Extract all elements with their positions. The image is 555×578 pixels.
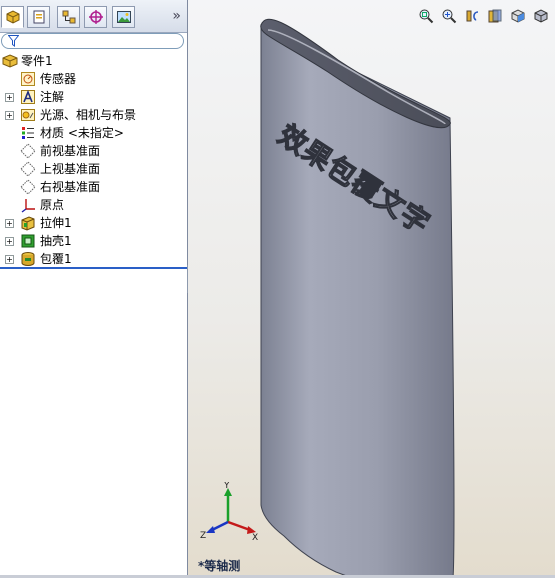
material-icon <box>20 125 36 141</box>
tree-item-extrude1[interactable]: + 拉伸1 <box>0 214 187 232</box>
tree-item-label: 包覆1 <box>40 252 72 266</box>
propertymanager-tab-icon <box>33 10 44 24</box>
triad-x-label: X <box>252 533 258 542</box>
plane-icon <box>20 161 36 177</box>
lights-icon <box>20 107 36 123</box>
expand-toggle[interactable]: + <box>5 255 14 264</box>
configurationmanager-tab[interactable] <box>57 6 80 28</box>
configurationmanager-tab-icon <box>62 10 75 24</box>
tree-item-label: 材质 <未指定> <box>40 126 124 140</box>
filter-icon <box>8 35 19 47</box>
display-manager-tab[interactable] <box>112 6 135 28</box>
dimxpert-tab-icon <box>88 10 103 24</box>
tree-item-label: 传感器 <box>40 72 77 86</box>
tree-root-part[interactable]: 零件1 <box>0 52 187 70</box>
tree-filter-input[interactable] <box>1 33 184 49</box>
tree-item-label: 抽壳1 <box>40 234 72 248</box>
sensor-icon <box>20 71 36 87</box>
tree-item-wrap1[interactable]: + 包覆1 <box>0 250 187 268</box>
origin-icon <box>20 197 36 213</box>
tree-item-label: 原点 <box>40 198 65 212</box>
tree-item-origin[interactable]: 原点 <box>0 196 187 214</box>
tree-root-label: 零件1 <box>21 54 53 68</box>
feature-tree: 零件1 传感器 + 注解 + 光源、相机与布景 材质 <未指定> 前视基准面 上… <box>0 52 187 268</box>
featuremanager-tab-icon <box>6 10 19 24</box>
tree-item-sensors[interactable]: 传感器 <box>0 70 187 88</box>
tree-item-front-plane[interactable]: 前视基准面 <box>0 142 187 160</box>
dimxpert-tab[interactable] <box>84 6 107 28</box>
reference-triad: Y X Z <box>200 482 258 542</box>
graphics-area[interactable]: 效果包覆文字 Y X Z *等轴测 <box>188 0 555 578</box>
shell-icon <box>20 233 36 249</box>
panel-tab-bar: » <box>0 0 187 33</box>
extrude-icon <box>20 215 36 231</box>
tree-item-label: 注解 <box>40 90 65 104</box>
wrap-icon <box>20 251 36 267</box>
tree-item-annotations[interactable]: + 注解 <box>0 88 187 106</box>
expand-toggle[interactable]: + <box>5 111 14 120</box>
part-icon <box>2 53 18 69</box>
view-orientation-label: *等轴测 <box>198 559 241 573</box>
annotation-icon <box>20 89 36 105</box>
panel-expand-button[interactable]: » <box>172 8 181 24</box>
rollback-bar[interactable] <box>0 267 187 269</box>
tree-item-top-plane[interactable]: 上视基准面 <box>0 160 187 178</box>
triad-z-label: Z <box>200 531 206 541</box>
featuremanager-tab[interactable] <box>1 6 24 28</box>
tree-item-label: 拉伸1 <box>40 216 72 230</box>
tree-item-material[interactable]: 材质 <未指定> <box>0 124 187 142</box>
feature-manager-panel: » 零件1 传感器 + 注解 + 光源、相机与布景 材质 <未指定> 前视基准面… <box>0 0 188 578</box>
plane-icon <box>20 179 36 195</box>
tree-item-label: 光源、相机与布景 <box>40 108 137 122</box>
tree-item-lights-cameras-scene[interactable]: + 光源、相机与布景 <box>0 106 187 124</box>
triad-y-label: Y <box>223 482 230 491</box>
propertymanager-tab[interactable] <box>27 6 50 28</box>
tree-item-label: 右视基准面 <box>40 180 101 194</box>
expand-toggle[interactable]: + <box>5 219 14 228</box>
tree-item-label: 前视基准面 <box>40 144 101 158</box>
expand-toggle[interactable]: + <box>5 93 14 102</box>
tree-item-right-plane[interactable]: 右视基准面 <box>0 178 187 196</box>
tree-item-shell1[interactable]: + 抽壳1 <box>0 232 187 250</box>
tree-item-label: 上视基准面 <box>40 162 101 176</box>
display-manager-tab-icon <box>116 11 131 23</box>
expand-toggle[interactable]: + <box>5 237 14 246</box>
plane-icon <box>20 143 36 159</box>
